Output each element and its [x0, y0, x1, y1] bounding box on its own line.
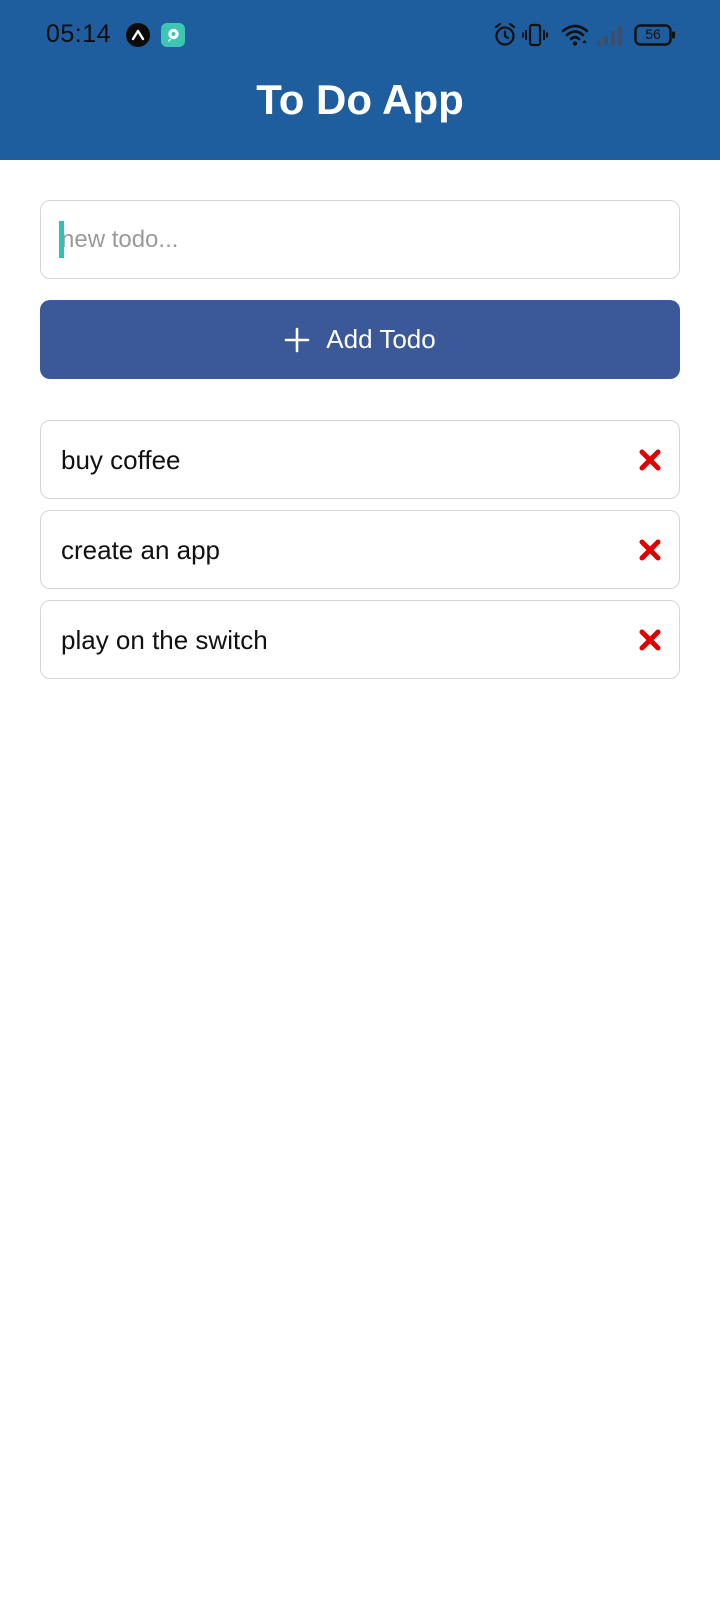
- app-header: 05:14 56 To Do App: [0, 0, 720, 160]
- add-todo-label: Add Todo: [326, 324, 436, 354]
- page-title: To Do App: [256, 76, 464, 123]
- status-time: 05:14: [46, 20, 112, 48]
- alarm-icon: [493, 22, 517, 53]
- delete-x-icon[interactable]: [639, 449, 661, 471]
- todo-item: buy coffee: [40, 420, 680, 499]
- wifi-icon: [561, 22, 589, 53]
- delete-x-icon[interactable]: [639, 629, 661, 651]
- todo-text: buy coffee: [61, 445, 181, 475]
- chat-notification-icon: [161, 23, 185, 47]
- todo-item: play on the switch: [40, 600, 680, 679]
- new-todo-input[interactable]: [40, 200, 680, 279]
- todo-text: create an app: [61, 535, 221, 565]
- todo-text: play on the switch: [61, 625, 268, 655]
- status-bar: 05:14 56: [0, 0, 720, 72]
- battery-level: 56: [645, 26, 661, 42]
- todo-item: create an app: [40, 510, 680, 589]
- signal-icon: [596, 22, 624, 53]
- add-todo-button[interactable]: Add Todo: [40, 300, 680, 379]
- app-notification-icon: [126, 23, 150, 47]
- vibrate-icon: [522, 22, 548, 53]
- plus-icon: [284, 327, 310, 353]
- battery-icon: 56: [634, 23, 676, 52]
- text-cursor: [59, 221, 64, 258]
- delete-x-icon[interactable]: [639, 539, 661, 561]
